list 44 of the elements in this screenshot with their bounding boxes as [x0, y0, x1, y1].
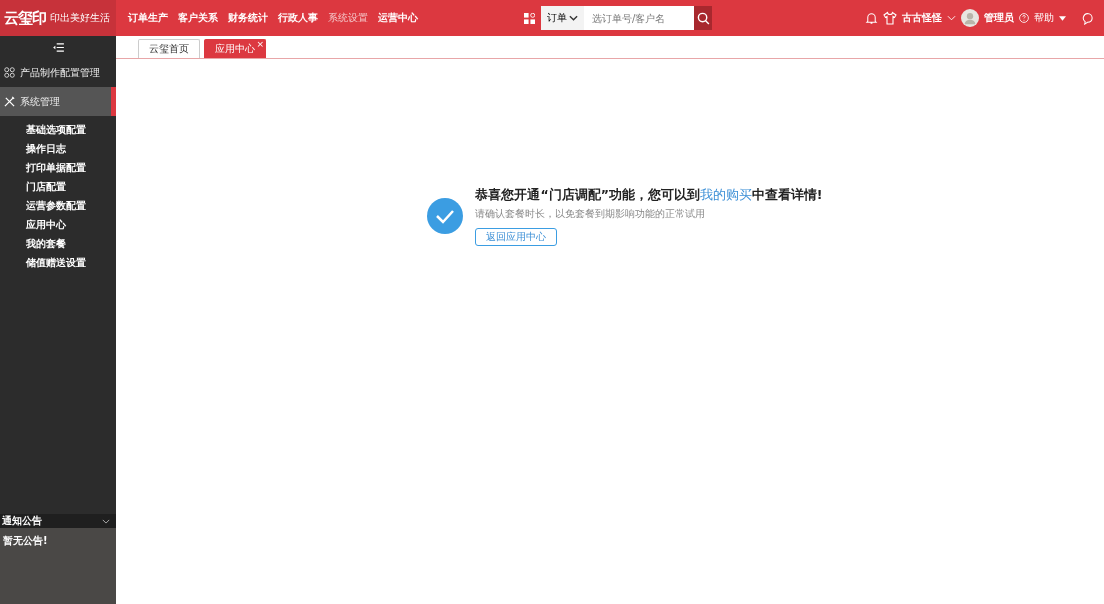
apps-icon[interactable]	[524, 12, 535, 24]
nav-item[interactable]: 财务统计	[228, 11, 268, 25]
back-button[interactable]: 返回应用中心	[475, 228, 558, 246]
tab[interactable]: 云玺首页	[138, 39, 200, 58]
sidebar-item[interactable]: 门店配置	[0, 177, 116, 196]
search-field[interactable]: 选订单号/客户名	[584, 6, 694, 30]
notice-text: 暂无公告!	[3, 535, 48, 546]
nav-item[interactable]: 行政人事	[278, 11, 318, 25]
nav-item[interactable]: 订单生产	[128, 11, 168, 25]
notice-header[interactable]: 通知公告	[0, 514, 116, 528]
notice-title: 通知公告	[2, 514, 42, 528]
success-check-icon	[427, 198, 464, 234]
sidebar-group[interactable]: 系统管理	[0, 87, 116, 116]
sidebar-item[interactable]: 操作日志	[0, 139, 116, 158]
sidebar-item[interactable]: 我的套餐	[0, 234, 116, 253]
sidebar-group[interactable]: 产品制作配置管理	[0, 58, 116, 87]
logo-slogan: 印出美好生活	[50, 11, 110, 25]
message-note: 请确认套餐时长，以免套餐到期影响功能的正常试用	[475, 207, 707, 221]
sidebar-item[interactable]: 储值赠送设置	[0, 253, 116, 272]
nav-item[interactable]: 运营中心	[378, 11, 418, 25]
nav-item[interactable]: 客户关系	[178, 11, 218, 25]
sidebar-item[interactable]: 运营参数配置	[0, 196, 116, 215]
collapse-menu-icon[interactable]	[52, 42, 64, 52]
sidebar-item[interactable]: 应用中心	[0, 215, 116, 234]
chevron-down-icon[interactable]	[569, 15, 578, 21]
shop-selector[interactable]: 古古怪怪	[902, 11, 942, 25]
caret-icon[interactable]	[1059, 15, 1066, 21]
logo-mark: 云玺印	[4, 8, 46, 28]
search-type-dropdown[interactable]: 订单	[541, 6, 584, 30]
shirt-icon[interactable]	[883, 11, 897, 25]
help-icon[interactable]	[1019, 13, 1029, 23]
search-button[interactable]	[694, 6, 712, 30]
user-name[interactable]: 管理员	[984, 11, 1014, 25]
success-message: 恭喜您开通“门店调配”功能，您可以到我的购买中查看详情!	[475, 187, 823, 204]
sidebar-item[interactable]: 基础选项配置	[0, 120, 116, 139]
grid-icon	[4, 67, 15, 78]
tools-icon	[4, 96, 15, 107]
tab[interactable]: 应用中心×	[204, 39, 266, 58]
help-link[interactable]: 帮助	[1034, 11, 1054, 25]
chat-icon[interactable]	[1081, 11, 1094, 25]
avatar[interactable]	[961, 9, 979, 27]
bell-icon[interactable]	[865, 11, 878, 25]
sidebar-item[interactable]: 打印单据配置	[0, 158, 116, 177]
my-purchases-link[interactable]: 我的购买	[699, 187, 752, 202]
